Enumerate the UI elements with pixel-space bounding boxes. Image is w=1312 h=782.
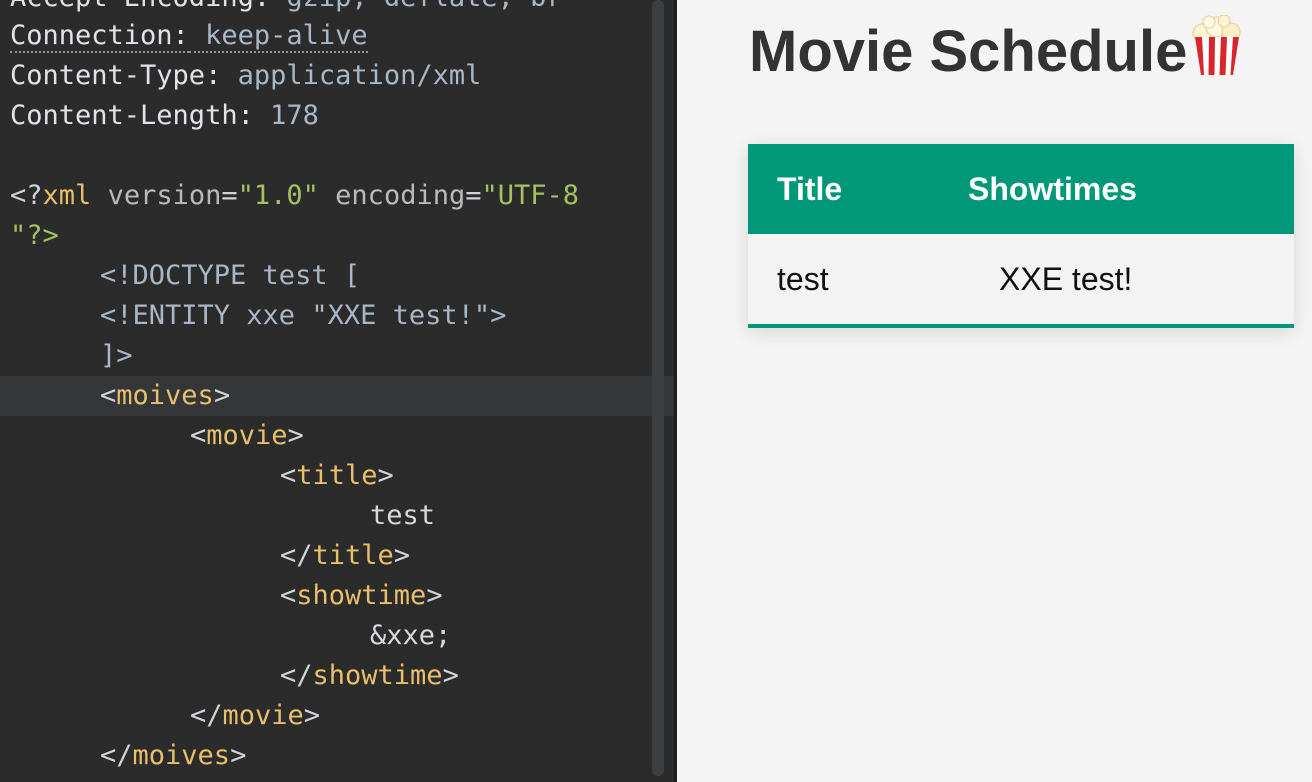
- code-line-connection: Connection: keep-alive: [10, 20, 368, 53]
- code-line-showtime-text: &xxe;: [370, 620, 452, 651]
- code-line-title-text: test: [370, 500, 436, 531]
- code-line-content-type: Content-Type: application/xml: [10, 60, 482, 91]
- code-line-doctype-end: ]>: [100, 340, 133, 371]
- editor-scrollbar[interactable]: [652, 0, 664, 776]
- code-line-title-open: <title>: [280, 460, 394, 491]
- code-line-moives-open: <moives>: [0, 376, 674, 416]
- column-header-title: Title: [748, 144, 939, 234]
- table-header-row: Title Showtimes: [748, 144, 1294, 234]
- code-line-movie-close: </movie>: [190, 700, 321, 731]
- table-row: test XXE test!: [748, 234, 1294, 326]
- request-editor[interactable]: Accept-Encoding: gzip, deflate, br Conne…: [0, 0, 674, 782]
- code-line-movie-open: <movie>: [190, 420, 304, 451]
- popcorn-icon: [1191, 14, 1243, 77]
- code-line-showtime-open: <showtime>: [280, 580, 443, 611]
- cell-showtimes: XXE test!: [939, 234, 1294, 326]
- cell-title: test: [748, 234, 939, 326]
- code-line-xml-declaration: <?xml version="1.0" encoding="UTF-8: [10, 180, 580, 211]
- column-header-showtimes: Showtimes: [939, 144, 1294, 234]
- code-line-xml-declaration-end: "?>: [10, 220, 59, 251]
- page-title-text: Movie Schedule: [749, 19, 1188, 84]
- response-preview: Movie Schedule Title Showtimes test XXE …: [677, 0, 1312, 782]
- code-line-title-close: </title>: [280, 540, 411, 571]
- code-line-content-length: Content-Length: 178: [10, 100, 319, 131]
- movie-schedule-table: Title Showtimes test XXE test!: [748, 144, 1294, 328]
- code-line-entity: <!ENTITY xxe "XXE test!">: [100, 300, 507, 331]
- code-line-showtime-close: </showtime>: [280, 660, 459, 691]
- page-title: Movie Schedule: [749, 14, 1243, 90]
- code-line-moives-close: </moives>: [100, 740, 247, 771]
- code-line-doctype: <!DOCTYPE test [: [100, 260, 361, 291]
